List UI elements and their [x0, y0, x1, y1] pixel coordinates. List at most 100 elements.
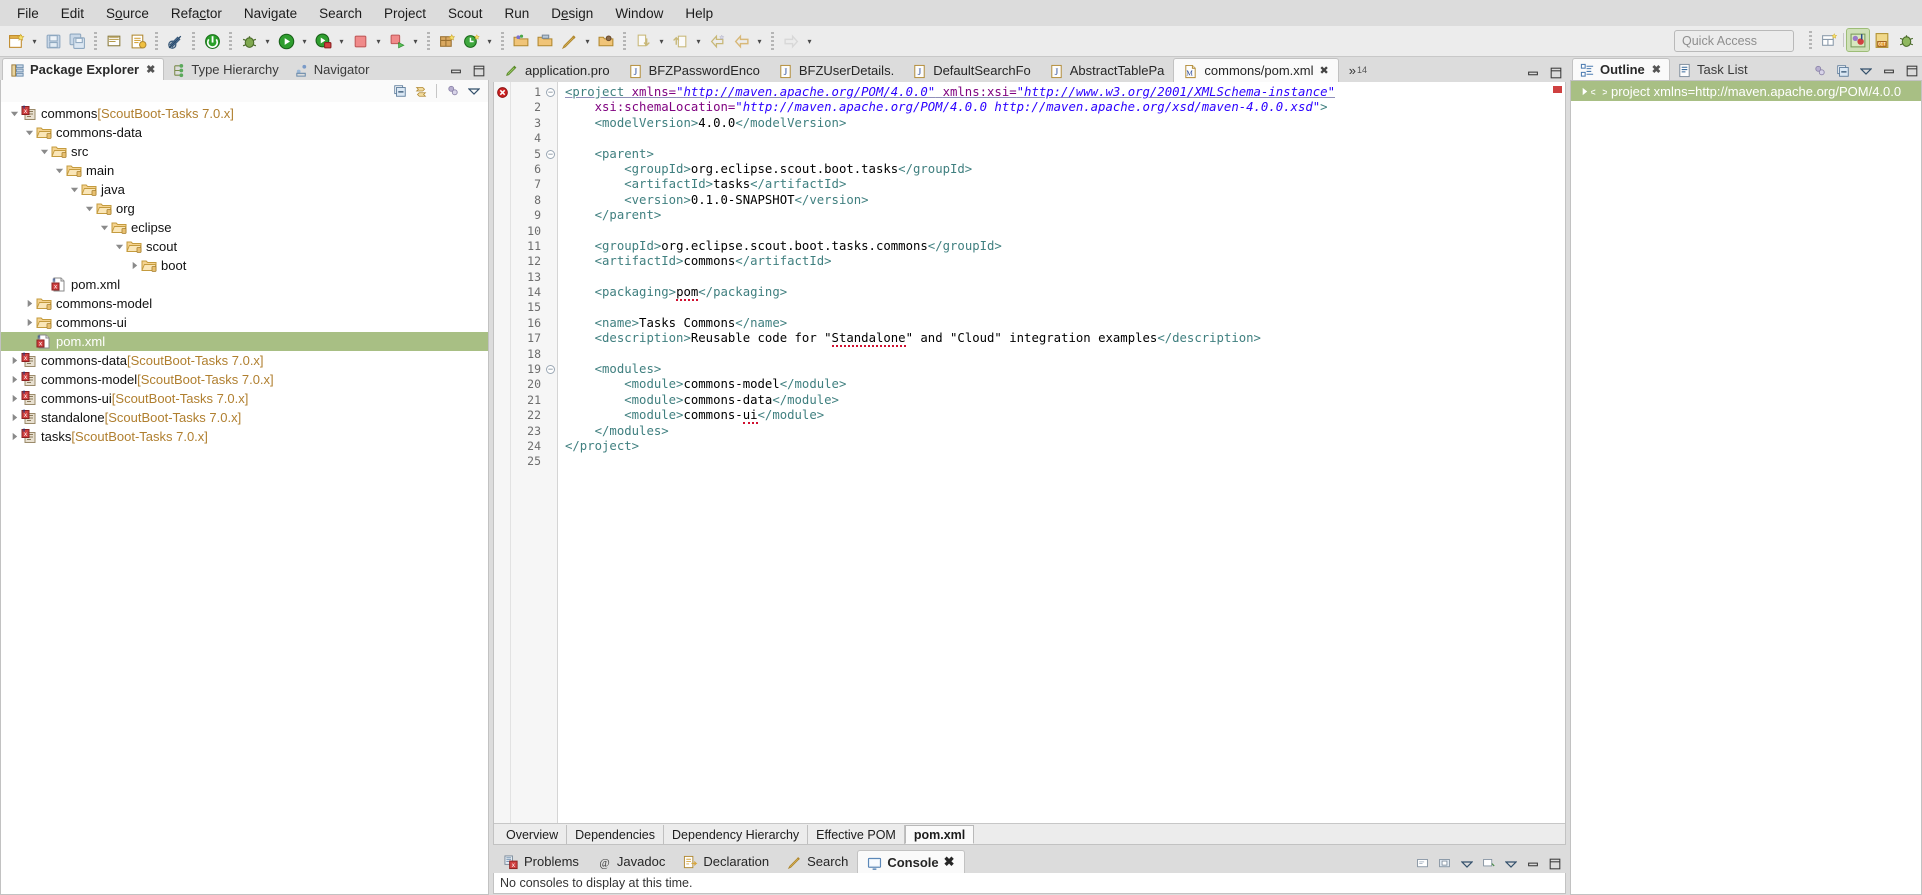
next-annotation-button[interactable]: [632, 30, 654, 52]
chevron-right-icon[interactable]: [22, 318, 36, 327]
chevron-right-icon[interactable]: [127, 261, 141, 270]
forward-dropdown[interactable]: ▾: [803, 30, 816, 52]
editor-tab-bfzpasswordenco[interactable]: J BFZPasswordEnco: [619, 58, 769, 82]
open-type-button[interactable]: [510, 30, 532, 52]
pin-console-icon[interactable]: [1459, 856, 1474, 871]
fold-collapse-icon[interactable]: −: [544, 362, 557, 377]
overview-ruler-error-marker[interactable]: [1553, 86, 1562, 93]
view-menu-icon[interactable]: [1503, 856, 1518, 871]
code-line[interactable]: <name>Tasks Commons</name>: [565, 316, 1565, 331]
forward-button[interactable]: [780, 30, 802, 52]
package-explorer-body[interactable]: x Mcommons [ScoutBoot-Tasks 7.0.x] commons…: [0, 102, 489, 895]
close-icon[interactable]: ✖: [944, 854, 955, 870]
save-button[interactable]: [42, 30, 64, 52]
view-menu-icon[interactable]: [1858, 63, 1873, 78]
scout-project-button[interactable]: [436, 30, 458, 52]
code-line[interactable]: </modules>: [565, 424, 1565, 439]
open-resource-button[interactable]: [595, 30, 617, 52]
minimize-icon[interactable]: [1525, 856, 1540, 871]
code-line[interactable]: <modules>: [565, 362, 1565, 377]
tree-row[interactable]: x M commons-model [ScoutBoot-Tasks 7.0.x]: [1, 370, 488, 389]
tree-row[interactable]: scout: [1, 237, 488, 256]
code-line[interactable]: [565, 270, 1565, 285]
console-tab-search[interactable]: Search: [778, 850, 857, 873]
next-annotation-dropdown[interactable]: ▾: [655, 30, 668, 52]
tree-row[interactable]: commons-ui: [1, 313, 488, 332]
new-wizard-button[interactable]: [5, 30, 27, 52]
editor-tab-application-pro[interactable]: application.pro: [495, 58, 619, 82]
source-code[interactable]: <project xmlns="http://maven.apache.org/…: [558, 82, 1565, 823]
package-explorer-tab-navigator[interactable]: Navigator: [287, 58, 378, 80]
maximize-icon[interactable]: [1547, 856, 1562, 871]
minimize-icon[interactable]: [1881, 63, 1896, 78]
outline-body[interactable]: < > project xmlns=http://maven.apache.org…: [1570, 80, 1922, 895]
close-icon[interactable]: ✖: [1320, 64, 1329, 77]
editor-hidden-tabs-chevron[interactable]: » 14: [1339, 58, 1377, 82]
perspective-git-button[interactable]: GIT: [1871, 29, 1893, 51]
tree-row[interactable]: commons-model: [1, 294, 488, 313]
tree-row[interactable]: x M tasks [ScoutBoot-Tasks 7.0.x]: [1, 427, 488, 446]
editor-tab-abstracttablepa[interactable]: J AbstractTablePa: [1040, 58, 1174, 82]
back-button[interactable]: [730, 30, 752, 52]
code-line[interactable]: </project>: [565, 439, 1565, 454]
outline-row[interactable]: < > project xmlns=http://maven.apache.org…: [1571, 81, 1921, 101]
error-marker-icon[interactable]: [494, 85, 510, 100]
new-console-icon[interactable]: [1481, 856, 1496, 871]
tree-row[interactable]: eclipse: [1, 218, 488, 237]
skip-breakpoints-button[interactable]: [201, 30, 223, 52]
chevron-right-icon[interactable]: [7, 432, 21, 441]
last-edit-location-button[interactable]: [706, 30, 728, 52]
console-content[interactable]: No consoles to display at this time.: [493, 873, 1566, 894]
menu-navigate[interactable]: Navigate: [233, 3, 308, 24]
chevron-right-icon[interactable]: [7, 413, 21, 422]
previous-annotation-button[interactable]: [669, 30, 691, 52]
terminate-dropdown[interactable]: ▾: [372, 30, 385, 52]
print-button[interactable]: [103, 30, 125, 52]
tree-row[interactable]: src: [1, 142, 488, 161]
tree-row[interactable]: commons-data: [1, 123, 488, 142]
menu-search[interactable]: Search: [308, 3, 373, 24]
minimize-icon[interactable]: [1525, 65, 1540, 80]
search-pen-dropdown[interactable]: ▾: [581, 30, 594, 52]
code-area[interactable]: 1 2 3 4 5 6 7 8 9 10 11 12 13 14 15 16 17 18 19 20 21 22 23 24 2…: [494, 82, 1565, 823]
tree-row[interactable]: x M commons-data [ScoutBoot-Tasks 7.0.x]: [1, 351, 488, 370]
tree-row[interactable]: x M commons-ui [ScoutBoot-Tasks 7.0.x]: [1, 389, 488, 408]
code-line[interactable]: <description>Reusable code for "Standalo…: [565, 331, 1565, 348]
code-line[interactable]: <parent>: [565, 147, 1565, 162]
quick-access-input[interactable]: Quick Access: [1674, 30, 1794, 52]
menu-window[interactable]: Window: [604, 3, 674, 24]
maximize-icon[interactable]: [1548, 65, 1563, 80]
pom-tab-pom-xml[interactable]: pom.xml: [904, 825, 975, 844]
menu-file[interactable]: File: [6, 3, 50, 24]
project-tree[interactable]: x Mcommons [ScoutBoot-Tasks 7.0.x] commons…: [1, 102, 488, 446]
open-perspective-button[interactable]: [1818, 29, 1840, 51]
back-dropdown[interactable]: ▾: [753, 30, 766, 52]
code-line[interactable]: xsi:schemaLocation="http://maven.apache.…: [565, 100, 1565, 115]
console-tab-problems[interactable]: x Problems: [495, 850, 588, 873]
code-line[interactable]: <project xmlns="http://maven.apache.org/…: [565, 85, 1565, 100]
view-menu-icon[interactable]: [466, 84, 481, 99]
run-button[interactable]: [275, 30, 297, 52]
tree-row[interactable]: x M commons [ScoutBoot-Tasks 7.0.x]: [1, 104, 488, 123]
chevron-down-icon[interactable]: [82, 204, 96, 213]
tree-row[interactable]: x Mpom.xml: [1, 332, 488, 351]
maximize-icon[interactable]: [1904, 63, 1919, 78]
chevron-down-icon[interactable]: [7, 109, 21, 118]
pom-tab-dependency-hierarchy[interactable]: Dependency Hierarchy: [664, 825, 809, 844]
perspective-java-ee-button[interactable]: [1846, 28, 1870, 52]
tree-row[interactable]: org: [1, 199, 488, 218]
maximize-icon[interactable]: [471, 63, 486, 78]
focus-task-icon[interactable]: [445, 84, 460, 99]
menu-edit[interactable]: Edit: [50, 3, 95, 24]
fold-collapse-icon[interactable]: −: [544, 85, 557, 100]
chevron-down-icon[interactable]: [67, 185, 81, 194]
scout-element-dropdown[interactable]: ▾: [483, 30, 496, 52]
code-line[interactable]: [565, 131, 1565, 146]
menu-run[interactable]: Run: [494, 3, 541, 24]
chevron-right-icon[interactable]: [1577, 87, 1591, 96]
tree-row[interactable]: main: [1, 161, 488, 180]
code-line[interactable]: [565, 224, 1565, 239]
code-line[interactable]: [565, 454, 1565, 469]
display-console-icon[interactable]: [1437, 856, 1452, 871]
close-icon[interactable]: ✖: [1652, 63, 1661, 76]
